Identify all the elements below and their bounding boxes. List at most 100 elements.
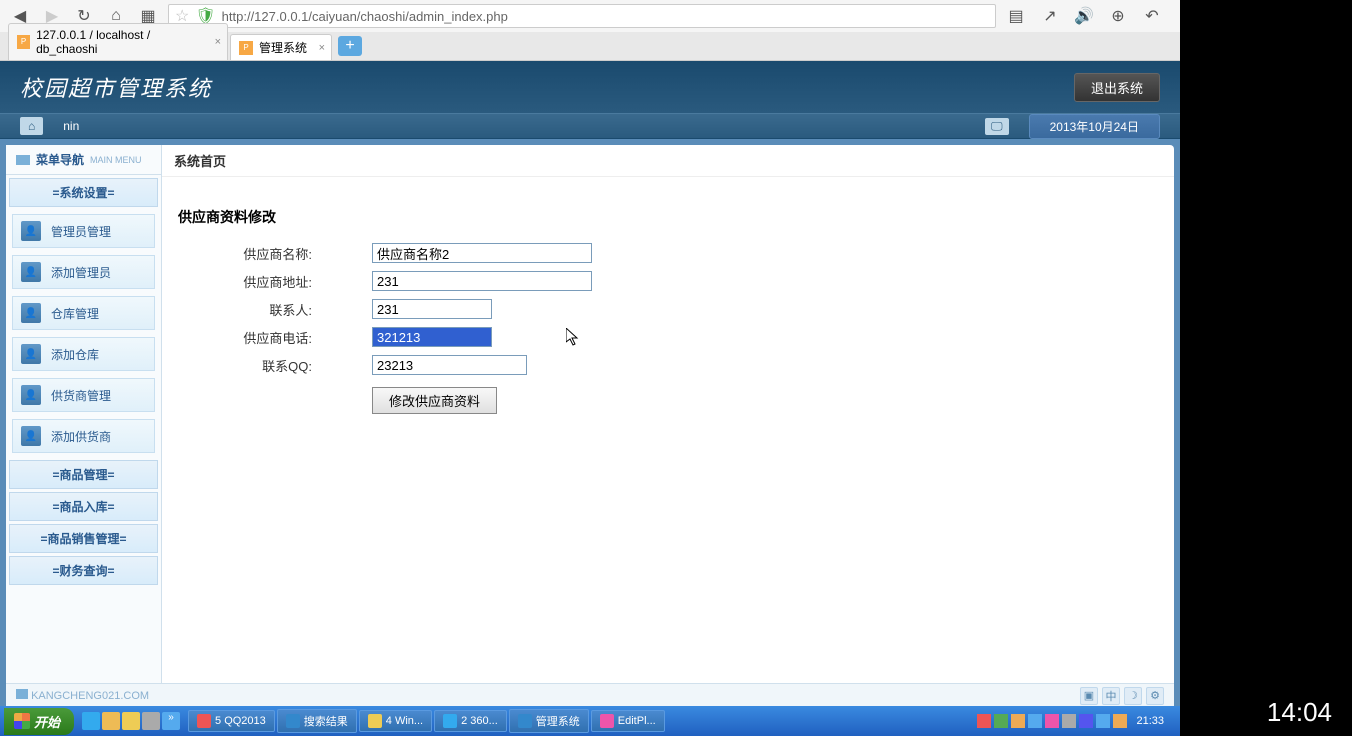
url-bar[interactable]: ☆ 🛡 http://127.0.0.1/caiyuan/chaoshi/adm… — [168, 4, 996, 28]
quick-launch: » — [76, 712, 186, 730]
taskbar-item-editplus[interactable]: EditPl... — [591, 710, 665, 732]
taskbar-item-360[interactable]: 2 360... — [434, 710, 507, 732]
tab-phpmyadmin[interactable]: P 127.0.0.1 / localhost / db_chaoshi × — [8, 23, 228, 60]
ime-icon-4[interactable]: ⚙ — [1146, 687, 1164, 705]
start-label: 开始 — [34, 712, 60, 731]
app-footer: KANGCHENG021.COM ▣ 中 ☽ ⚙ — [6, 683, 1174, 707]
menu-icon — [16, 155, 30, 165]
home-icon[interactable]: ⌂ — [20, 117, 43, 135]
menu-add-admin[interactable]: 👤 添加管理员 — [12, 255, 155, 289]
footer-credit: KANGCHENG021.COM — [16, 689, 149, 702]
logout-button[interactable]: 退出系统 — [1074, 73, 1160, 102]
editplus-icon — [600, 714, 614, 728]
menu-header-label: 菜单导航 — [36, 151, 84, 168]
tray-icon[interactable] — [1096, 714, 1110, 728]
menu-item-label: 添加管理员 — [51, 264, 111, 281]
breadcrumb: 系统首页 — [162, 145, 1174, 177]
submit-button[interactable]: 修改供应商资料 — [372, 387, 497, 414]
pma-icon: P — [239, 41, 253, 55]
section-goods-sale[interactable]: =商品销售管理= — [9, 524, 158, 553]
app-title: 校园超市管理系统 — [20, 71, 212, 103]
menu-admin-manage[interactable]: 👤 管理员管理 — [12, 214, 155, 248]
section-goods-manage[interactable]: =商品管理= — [9, 460, 158, 489]
taskbar-item-qq[interactable]: 5 QQ2013 — [188, 710, 275, 732]
menu-item-label: 添加仓库 — [51, 346, 99, 363]
sound-icon[interactable]: 🔊 — [1072, 4, 1096, 28]
tb-label: EditPl... — [618, 715, 656, 727]
section-goods-in[interactable]: =商品入库= — [9, 492, 158, 521]
download-icon[interactable]: ⊕ — [1106, 4, 1130, 28]
close-icon[interactable]: × — [319, 42, 325, 54]
app-container: 校园超市管理系统 退出系统 ⌂ nin 🖵 2013年10月24日 菜单导航 M… — [0, 61, 1180, 707]
footer-ime: ▣ 中 ☽ ⚙ — [1080, 687, 1164, 705]
tray-icon[interactable] — [994, 714, 1008, 728]
sub-header: ⌂ nin 🖵 2013年10月24日 — [0, 113, 1180, 139]
ime-icon-3[interactable]: ☽ — [1124, 687, 1142, 705]
input-contact[interactable] — [372, 299, 492, 319]
taskbar: 开始 » 5 QQ2013 搜索结果 4 Win... 2 360... 管理系… — [0, 706, 1180, 736]
content-wrap: 菜单导航 MAIN MENU =系统设置= 👤 管理员管理 👤 添加管理员 👤 … — [6, 145, 1174, 693]
section-system[interactable]: =系统设置= — [9, 178, 158, 207]
ime-icon-1[interactable]: ▣ — [1080, 687, 1098, 705]
tray-icon[interactable] — [977, 714, 991, 728]
pma-icon: P — [17, 35, 30, 49]
compat-icon[interactable]: ▤ — [1004, 4, 1028, 28]
tb-label: 5 QQ2013 — [215, 715, 266, 727]
search-app-icon — [286, 714, 300, 728]
menu-warehouse-manage[interactable]: 👤 仓库管理 — [12, 296, 155, 330]
menu-add-warehouse[interactable]: 👤 添加仓库 — [12, 337, 155, 371]
tray-icon[interactable] — [1062, 714, 1076, 728]
quick-desktop-icon[interactable] — [102, 712, 120, 730]
input-supplier-name[interactable] — [372, 243, 592, 263]
label-supplier-phone: 供应商电话: — [172, 328, 372, 347]
undo-icon[interactable]: ↶ — [1140, 4, 1164, 28]
tb-label: 4 Win... — [386, 715, 423, 727]
browser-chrome: ◀ ▶ ↻ ⌂ ▦ ☆ 🛡 http://127.0.0.1/caiyuan/c… — [0, 0, 1180, 61]
url-text: http://127.0.0.1/caiyuan/chaoshi/admin_i… — [222, 9, 508, 24]
video-timestamp: 14:04 — [1267, 697, 1332, 728]
user-icon: 👤 — [21, 385, 41, 405]
label-qq: 联系QQ: — [172, 356, 372, 375]
form-title: 供应商资料修改 — [172, 207, 1164, 227]
menu-item-label: 仓库管理 — [51, 305, 99, 322]
taskbar-item-admin[interactable]: 管理系统 — [509, 709, 589, 733]
menu-supplier-manage[interactable]: 👤 供货商管理 — [12, 378, 155, 412]
footer-credit-text: KANGCHENG021.COM — [31, 690, 149, 702]
tab-label: 127.0.0.1 / localhost / db_chaoshi — [36, 28, 203, 56]
tab-admin-system[interactable]: P 管理系统 × — [230, 34, 332, 60]
tray-icon[interactable] — [1028, 714, 1042, 728]
new-tab-button[interactable]: + — [338, 36, 362, 56]
clock[interactable]: 21:33 — [1130, 715, 1170, 727]
app-header: 校园超市管理系统 退出系统 — [0, 61, 1180, 113]
menu-add-supplier[interactable]: 👤 添加供货商 — [12, 419, 155, 453]
supplier-edit-form: 供应商资料修改 供应商名称: 供应商地址: 联系人: 供应商电话: — [162, 177, 1174, 444]
tab-bar: P 127.0.0.1 / localhost / db_chaoshi × P… — [0, 32, 1180, 60]
ime-icon-2[interactable]: 中 — [1102, 687, 1120, 705]
taskbar-item-explorer[interactable]: 4 Win... — [359, 710, 432, 732]
label-contact: 联系人: — [172, 300, 372, 319]
user-icon: 👤 — [21, 344, 41, 364]
start-button[interactable]: 开始 — [4, 708, 74, 735]
tray-icon[interactable] — [1011, 714, 1025, 728]
tray-icon[interactable] — [1045, 714, 1059, 728]
input-qq[interactable] — [372, 355, 527, 375]
menu-header: 菜单导航 MAIN MENU — [6, 145, 161, 175]
input-supplier-address[interactable] — [372, 271, 592, 291]
tray-icon[interactable] — [1079, 714, 1093, 728]
taskbar-item-search[interactable]: 搜索结果 — [277, 709, 357, 733]
date-display: 2013年10月24日 — [1029, 114, 1160, 139]
close-icon[interactable]: × — [215, 36, 221, 48]
user-indicator: nin — [63, 119, 79, 133]
quick-folder-icon[interactable] — [122, 712, 140, 730]
menu-header-sub: MAIN MENU — [90, 155, 142, 165]
quick-ie-icon[interactable] — [82, 712, 100, 730]
tray-icon[interactable] — [1113, 714, 1127, 728]
browser-icon — [443, 714, 457, 728]
section-finance[interactable]: =财务查询= — [9, 556, 158, 585]
quick-chevron-icon[interactable]: » — [162, 712, 180, 730]
input-supplier-phone[interactable] — [372, 327, 492, 347]
share-icon[interactable]: ↗ — [1038, 4, 1062, 28]
quick-app-icon[interactable] — [142, 712, 160, 730]
menu-item-label: 供货商管理 — [51, 387, 111, 404]
admin-icon — [518, 714, 532, 728]
